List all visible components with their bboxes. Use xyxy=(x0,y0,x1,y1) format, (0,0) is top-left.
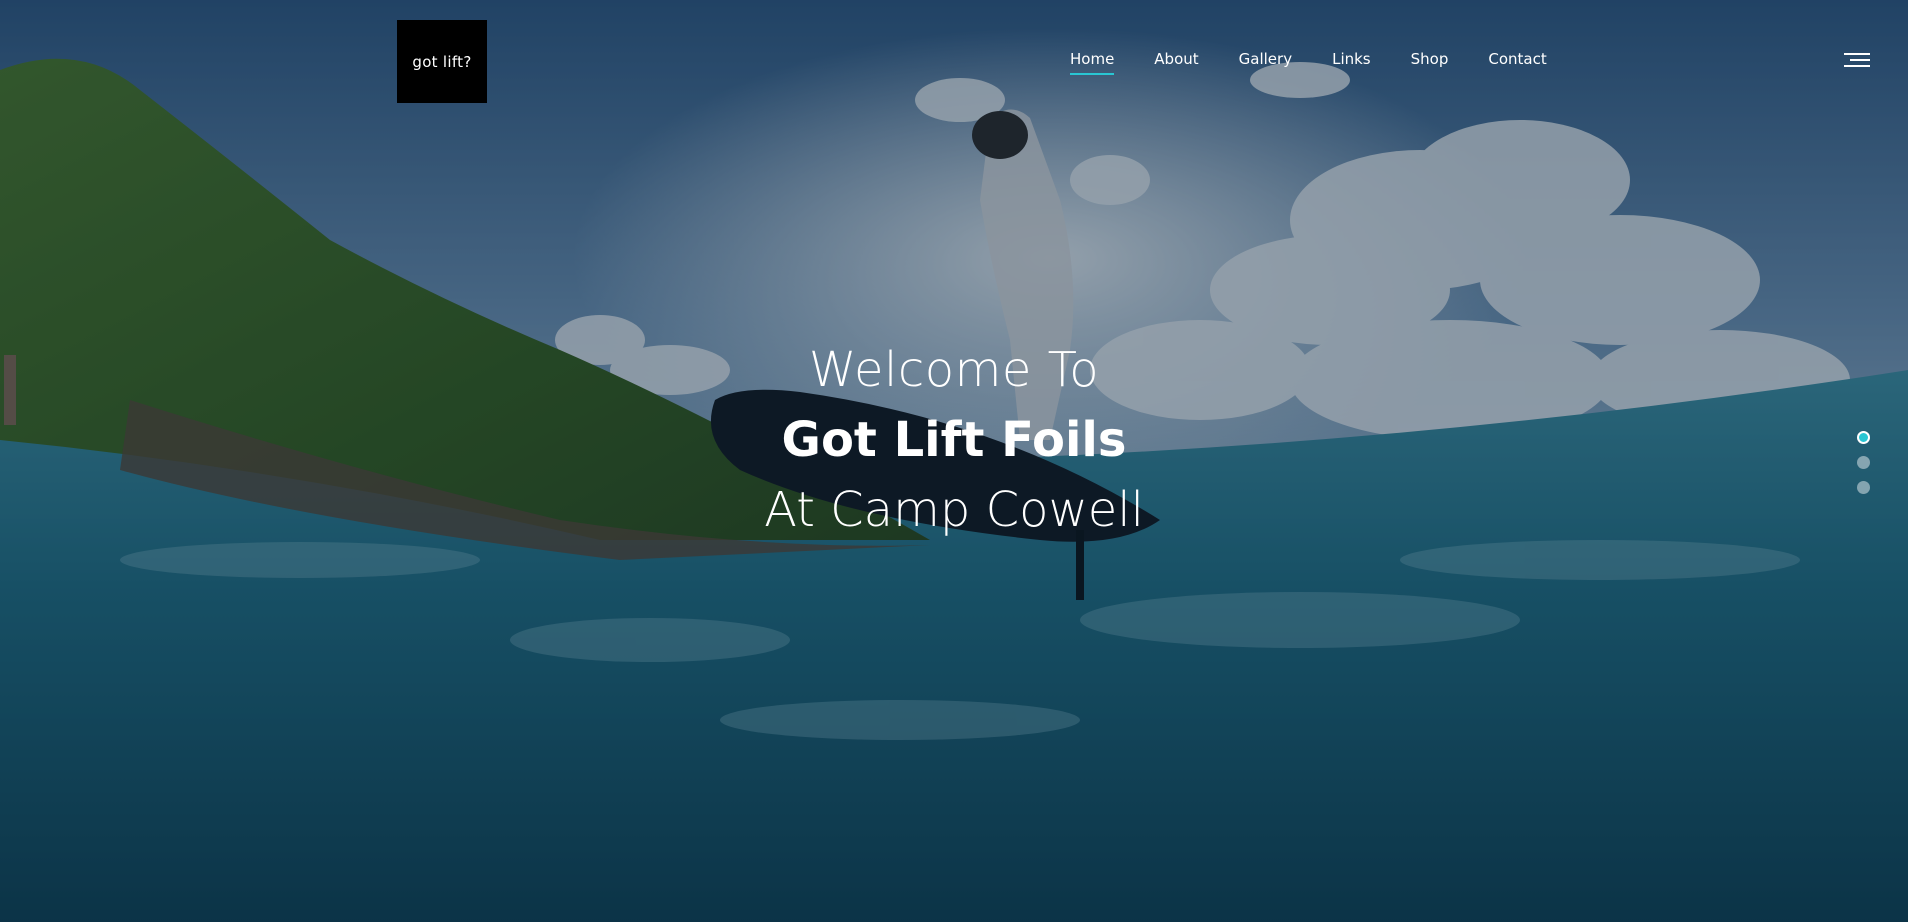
hero-location-text: At Camp Cowell xyxy=(764,482,1144,538)
hero-brand-text: Got Lift Foils xyxy=(781,412,1127,468)
nav-item-shop[interactable]: Shop xyxy=(1411,50,1449,68)
nav-item-about[interactable]: About xyxy=(1154,50,1198,68)
site-logo[interactable]: got lift? xyxy=(397,20,487,103)
nav-item-links[interactable]: Links xyxy=(1332,50,1371,68)
slider-dot-3[interactable] xyxy=(1857,481,1870,494)
slider-dot-2[interactable] xyxy=(1857,456,1870,469)
hero-welcome-text: Welcome To xyxy=(808,342,1100,398)
main-navigation: Home About Gallery Links Shop Contact xyxy=(1070,50,1587,75)
hero-section: got lift? Home About Gallery Links Shop … xyxy=(0,0,1908,922)
hero-heading: Welcome To Got Lift Foils At Camp Cowell xyxy=(0,335,1908,545)
nav-item-gallery[interactable]: Gallery xyxy=(1239,50,1292,68)
logo-text: got lift? xyxy=(412,52,472,71)
nav-item-contact[interactable]: Contact xyxy=(1488,50,1546,68)
nav-item-home[interactable]: Home xyxy=(1070,50,1115,75)
slider-pagination xyxy=(1857,431,1873,506)
slider-dot-1[interactable] xyxy=(1857,431,1870,444)
hamburger-menu-icon[interactable] xyxy=(1844,53,1870,71)
